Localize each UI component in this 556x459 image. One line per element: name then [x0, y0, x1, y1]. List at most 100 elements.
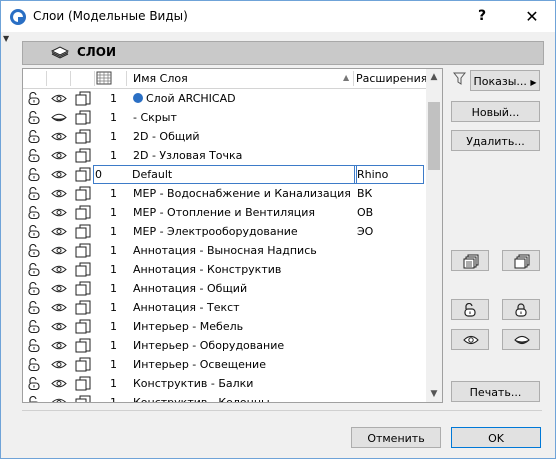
scroll-thumb[interactable]	[428, 102, 440, 170]
unlock-icon[interactable]	[27, 358, 41, 371]
copy-layer-button[interactable]	[451, 250, 489, 271]
ok-button[interactable]: OK	[451, 427, 541, 448]
unlock-icon[interactable]	[27, 282, 41, 295]
intersection-number: 1	[110, 377, 117, 390]
layer-intersection-icon[interactable]	[75, 300, 91, 315]
eye-open-icon[interactable]	[51, 264, 67, 275]
layer-row[interactable]: 1 2D - Узловая Точка	[23, 146, 426, 165]
delete-button[interactable]: Удалить...	[451, 130, 540, 151]
layer-intersection-icon[interactable]	[75, 91, 91, 106]
stacked-layers-icon	[514, 254, 530, 269]
layer-intersection-icon[interactable]	[75, 338, 91, 353]
layer-row[interactable]: 1 Аннотация - Общий	[23, 279, 426, 298]
layer-intersection-icon[interactable]	[75, 262, 91, 277]
column-header-name[interactable]: Имя Слоя	[133, 72, 188, 85]
vertical-scrollbar[interactable]: ▲ ▼	[426, 69, 442, 402]
layer-row[interactable]: 1 Слой ARCHICAD	[23, 89, 426, 108]
layer-row[interactable]: 1 Аннотация - Конструктив	[23, 260, 426, 279]
eye-open-icon[interactable]	[51, 283, 67, 294]
layer-name-text: Аннотация - Текст	[133, 301, 240, 314]
eye-open-icon[interactable]	[51, 188, 67, 199]
layer-intersection-icon[interactable]	[75, 129, 91, 144]
unlock-icon[interactable]	[27, 149, 41, 162]
unlock-icon[interactable]	[27, 111, 41, 124]
unlock-icon[interactable]	[27, 301, 41, 314]
layer-row[interactable]: 1 2D - Общий	[23, 127, 426, 146]
unlock-icon[interactable]	[27, 244, 41, 257]
lock-all-button[interactable]	[502, 299, 540, 320]
layer-row[interactable]: 1 Интерьер - Освещение	[23, 355, 426, 374]
unlock-icon[interactable]	[27, 339, 41, 352]
unlock-icon[interactable]	[27, 225, 41, 238]
eye-open-icon[interactable]	[51, 150, 67, 161]
layer-row[interactable]: 1 - Скрыт	[23, 108, 426, 127]
scroll-up-icon[interactable]: ▲	[426, 69, 442, 85]
layer-intersection-icon[interactable]	[75, 224, 91, 239]
eye-open-icon[interactable]	[51, 378, 67, 389]
layer-intersection-icon[interactable]	[75, 205, 91, 220]
layer-name: MEP - Электрооборудование	[133, 225, 298, 238]
unlock-icon[interactable]	[27, 92, 41, 105]
unlock-icon[interactable]	[27, 377, 41, 390]
unlock-icon[interactable]	[27, 263, 41, 276]
layer-intersection-icon[interactable]	[75, 376, 91, 391]
layer-row[interactable]: 1 Аннотация - Выносная Надпись	[23, 241, 426, 260]
layer-intersection-icon[interactable]	[75, 243, 91, 258]
eye-open-icon[interactable]	[51, 359, 67, 370]
filter-icon[interactable]	[453, 72, 466, 85]
column-header-extensions[interactable]: Расширения	[356, 72, 427, 85]
unlock-icon[interactable]	[27, 396, 41, 403]
unlock-icon[interactable]	[27, 168, 41, 181]
print-button[interactable]: Печать...	[451, 381, 540, 402]
eye-open-icon[interactable]	[51, 226, 67, 237]
layer-row[interactable]: 0 Default Rhino	[23, 165, 426, 184]
layer-intersection-icon[interactable]	[75, 110, 91, 125]
layer-intersection-icon[interactable]	[75, 319, 91, 334]
unlock-icon[interactable]	[27, 187, 41, 200]
show-all-button[interactable]	[451, 329, 489, 350]
layer-row[interactable]: 1 MEP - Электрооборудование ЭО	[23, 222, 426, 241]
layer-row[interactable]: 1 Интерьер - Мебель	[23, 317, 426, 336]
eye-open-icon[interactable]	[51, 302, 67, 313]
hide-all-button[interactable]	[502, 329, 540, 350]
eye-open-icon[interactable]	[51, 340, 67, 351]
layer-intersection-icon[interactable]	[75, 395, 91, 403]
help-button[interactable]: ?	[459, 1, 505, 32]
unlock-icon[interactable]	[27, 320, 41, 333]
layers-list[interactable]: Имя Слоя ▲ Расширения 1 Слой ARCHICAD 1 - С…	[22, 68, 443, 403]
eye-open-icon[interactable]	[51, 321, 67, 332]
collapse-arrow-icon[interactable]: ▼	[3, 34, 9, 43]
layer-row[interactable]: 1 Конструктив - Балки	[23, 374, 426, 393]
scroll-down-icon[interactable]: ▼	[426, 386, 442, 402]
unlock-icon[interactable]	[27, 206, 41, 219]
eye-closed-icon[interactable]	[51, 112, 67, 123]
eye-open-icon[interactable]	[51, 397, 67, 403]
layer-intersection-icon[interactable]	[75, 167, 91, 182]
paste-layer-button[interactable]	[502, 250, 540, 271]
layer-row[interactable]: 1 Аннотация - Текст	[23, 298, 426, 317]
layer-intersection-icon[interactable]	[75, 357, 91, 372]
layer-row[interactable]: 1 Интерьер - Оборудование	[23, 336, 426, 355]
intersection-group-icon[interactable]	[96, 71, 112, 85]
layer-intersection-icon[interactable]	[75, 186, 91, 201]
eye-open-icon[interactable]	[51, 169, 67, 180]
show-button[interactable]: Показы... ▶	[470, 70, 540, 91]
eye-open-icon[interactable]	[51, 207, 67, 218]
close-button[interactable]: ✕	[509, 1, 555, 32]
eye-open-icon[interactable]	[51, 245, 67, 256]
cancel-button[interactable]: Отменить	[351, 427, 441, 448]
layer-intersection-icon[interactable]	[75, 148, 91, 163]
layers-section-header: СЛОИ	[22, 41, 544, 65]
layer-row[interactable]: 1 Конструктив - Колонны	[23, 393, 426, 403]
layer-intersection-icon[interactable]	[75, 281, 91, 296]
eye-open-icon[interactable]	[51, 93, 67, 104]
new-button[interactable]: Новый...	[451, 101, 540, 122]
layer-row[interactable]: 1 MEP - Водоснабжение и Канализация ВК	[23, 184, 426, 203]
unlock-icon[interactable]	[27, 130, 41, 143]
column-divider	[353, 71, 354, 86]
unlock-all-button[interactable]	[451, 299, 489, 320]
layer-name: Аннотация - Выносная Надпись	[133, 244, 317, 257]
intersection-number: 1	[110, 263, 117, 276]
layer-row[interactable]: 1 MEP - Отопление и Вентиляция ОВ	[23, 203, 426, 222]
eye-open-icon[interactable]	[51, 131, 67, 142]
